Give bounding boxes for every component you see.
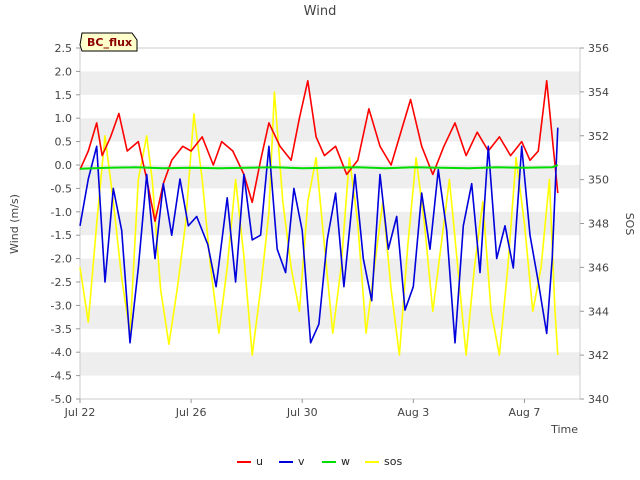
x-axis: Jul 22 Jul 26 Jul 30 Aug 3 Aug 7 <box>64 399 540 419</box>
y-tick-label: 0.5 <box>55 136 73 149</box>
x-tick-label: Aug 7 <box>508 406 540 419</box>
legend: u v w sos <box>237 455 402 468</box>
x-tick-label: Aug 3 <box>397 406 429 419</box>
y-tick-label: 1.0 <box>55 112 73 125</box>
y2-axis-label: SOS <box>623 213 636 236</box>
legend-label-u: u <box>256 455 263 468</box>
legend-label-sos: sos <box>384 455 402 468</box>
y-tick-label: -1.0 <box>51 206 72 219</box>
chart-svg: -5.0 -4.5 -4.0 -3.5 -3.0 -2.5 -2.0 -1.5 -1.0 -0.5… <box>8 4 636 468</box>
y-axis-label: Wind (m/s) <box>8 194 21 254</box>
grid-band <box>80 258 580 282</box>
chart-title: Wind <box>304 4 337 19</box>
left-axis: -5.0 -4.5 -4.0 -3.5 -3.0 -2.5 -2.0 -1.5 -1.0 -0.5… <box>51 42 80 406</box>
y2-tick-label: 356 <box>588 42 609 55</box>
x-tick-label: Jul 22 <box>64 406 96 419</box>
y-tick-label: -2.5 <box>51 276 72 289</box>
x-tick-label: Jul 26 <box>175 406 207 419</box>
x-axis-label: Time <box>550 423 578 436</box>
x-tick-label: Jul 30 <box>286 406 318 419</box>
y-tick-label: 0.0 <box>55 159 73 172</box>
y-tick-label: -4.5 <box>51 370 72 383</box>
y-tick-label: -3.5 <box>51 323 72 336</box>
y-tick-label: -3.0 <box>51 299 72 312</box>
badge-label: BC_flux <box>87 36 132 49</box>
y-tick-label: 2.0 <box>55 65 73 78</box>
y2-tick-label: 340 <box>588 393 609 406</box>
y2-tick-label: 354 <box>588 86 609 99</box>
y-tick-label: -0.5 <box>51 182 72 195</box>
y2-tick-label: 352 <box>588 130 609 143</box>
y-tick-label: -5.0 <box>51 393 72 406</box>
legend-label-w: w <box>341 455 350 468</box>
bc-flux-badge: BC_flux <box>79 32 138 52</box>
grid-band <box>80 71 580 95</box>
legend-label-v: v <box>298 455 305 468</box>
series-line-u <box>79 80 559 222</box>
y-tick-label: -4.0 <box>51 346 72 359</box>
y-tick-label: 2.5 <box>55 42 73 55</box>
y2-tick-label: 348 <box>588 218 609 231</box>
y2-tick-label: 350 <box>588 174 609 187</box>
grid-band <box>80 352 580 376</box>
y-tick-label: -2.0 <box>51 253 72 266</box>
y-tick-label: 1.5 <box>55 89 73 102</box>
y-tick-label: -1.5 <box>51 229 72 242</box>
right-axis: 340 342 344 346 348 350 352 354 356 <box>580 42 609 406</box>
y2-tick-label: 342 <box>588 349 609 362</box>
grid-band <box>80 118 580 142</box>
y2-tick-label: 344 <box>588 305 609 318</box>
y2-tick-label: 346 <box>588 261 609 274</box>
